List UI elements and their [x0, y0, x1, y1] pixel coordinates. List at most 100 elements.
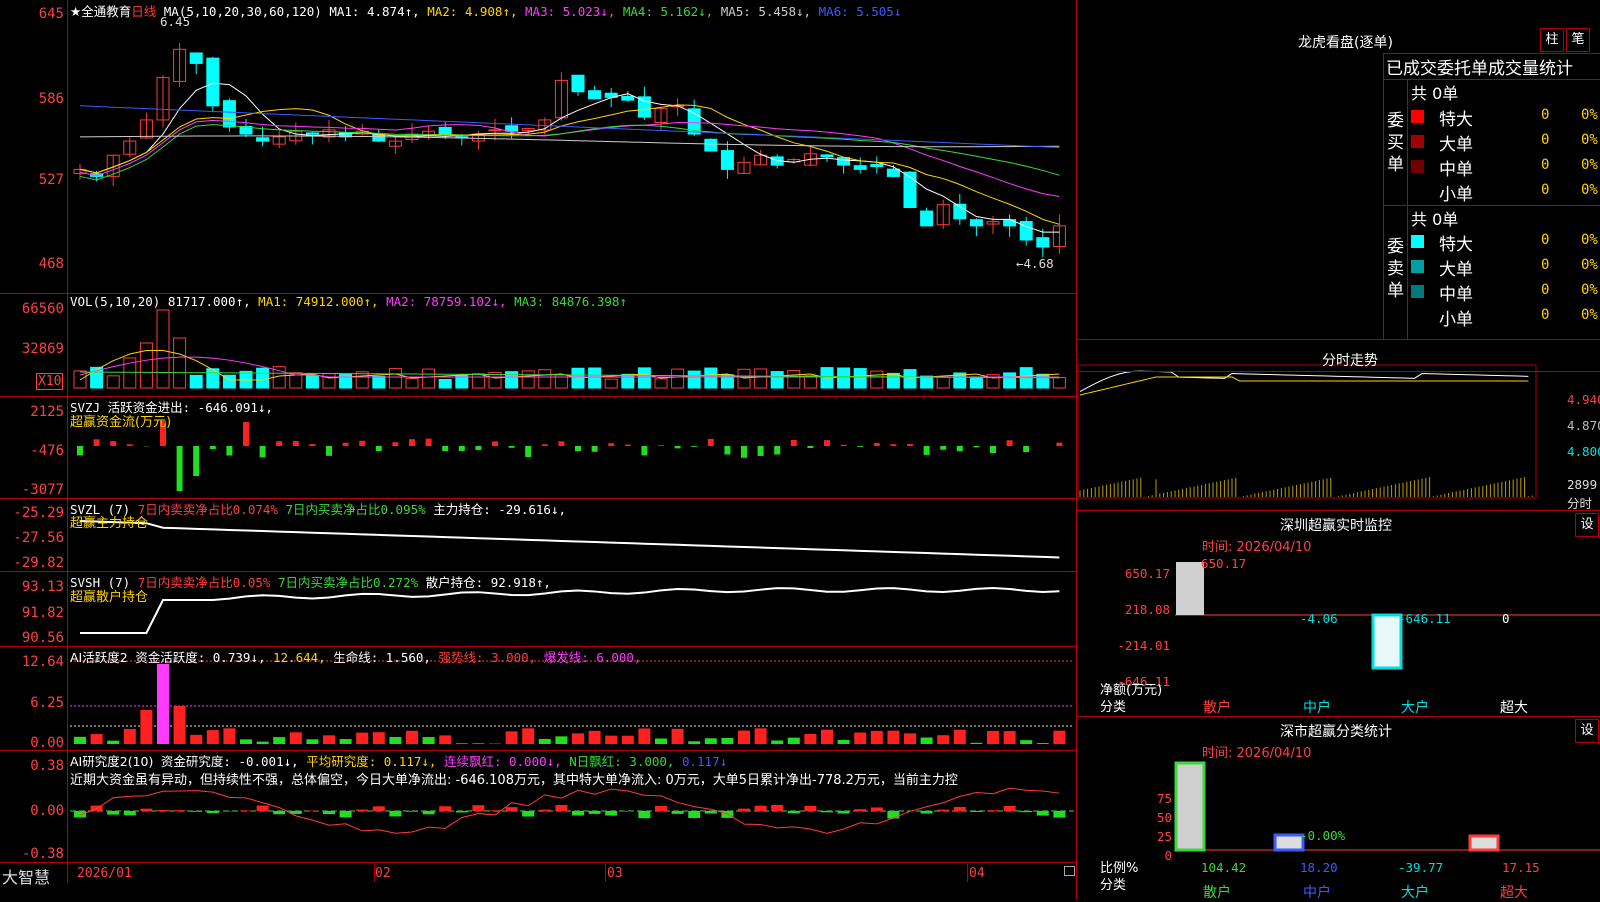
stats-bar-super: [1470, 836, 1498, 850]
lock-icon[interactable]: [1064, 866, 1075, 876]
ai-research-bar: [107, 811, 119, 815]
volume-bar: [921, 376, 933, 388]
ai-research-bar: [506, 807, 518, 811]
ai-active-bar: [605, 736, 617, 744]
ai-active-bar: [655, 738, 667, 744]
sz-stats-ylabel: 0: [1150, 848, 1172, 863]
divider: [1077, 716, 1600, 717]
fund-flow-bar: [957, 446, 963, 451]
ai-active-bar: [340, 739, 352, 744]
svsh-green-text: 7日内买卖净占比0.272%: [278, 575, 418, 590]
ai-research-bar: [140, 809, 152, 811]
fund-flow-bar: [741, 446, 747, 458]
candle-down: [1004, 220, 1016, 226]
ai-active-bar: [223, 728, 235, 744]
fund-flow-bar: [907, 444, 913, 446]
monitor-bar-retail: [1176, 562, 1204, 615]
buy-color-swatch: [1411, 135, 1424, 148]
ai-active-bar: [157, 664, 169, 744]
sz-monitor-cat: 大户: [1401, 697, 1429, 717]
candle-down: [207, 58, 219, 106]
ai-research-bar: [356, 810, 368, 811]
sz-stats-cat: 散户: [1203, 882, 1231, 902]
ai-research-bar: [788, 811, 800, 813]
sz-stats-cat: 中户: [1303, 882, 1331, 902]
ai-research-bar: [970, 811, 982, 812]
ai-research-bar: [389, 811, 401, 816]
xaxis-tick: [374, 864, 375, 882]
fund-flow-bar: [973, 446, 979, 447]
ai-active-bar: [423, 737, 435, 744]
ma6-value: MA6: 5.505↓: [819, 4, 902, 19]
fund-flow-bar: [94, 439, 100, 446]
candle-down: [572, 75, 584, 91]
sz-stats-ylabel: 25: [1150, 829, 1172, 844]
volume-bar: [1037, 374, 1049, 388]
period-label[interactable]: 日线: [131, 4, 156, 19]
ai-active-bar: [456, 743, 468, 744]
buy-name: 中单: [1439, 155, 1473, 180]
ai-research-bar: [838, 811, 850, 814]
sell-color-swatch: [1411, 285, 1424, 298]
stock-name[interactable]: ★全通教育: [70, 4, 131, 19]
fund-flow-bar: [276, 441, 282, 446]
fund-flow-bar: [940, 446, 946, 450]
sz-stats-cat: 大户: [1401, 882, 1429, 902]
candle-down: [506, 126, 518, 131]
volume-bar: [622, 374, 634, 388]
vol-ylabel: 32869: [0, 341, 64, 357]
fund-flow-bar: [260, 446, 266, 457]
vol-header: VOL(5,10,20) 81717.000↑, MA1: 74912.000↑…: [70, 294, 627, 309]
volume-bar: [638, 368, 650, 388]
ai-active-prefix: AI活跃度2: [70, 650, 128, 665]
ai-research-bar: [854, 809, 866, 811]
buy-color-swatch: [1411, 110, 1424, 123]
ai-research-ylabel: 0.38: [0, 758, 64, 774]
fund-flow-bar: [177, 446, 183, 491]
sz-monitor-settings-button[interactable]: 设: [1575, 513, 1599, 537]
ai-research-bar: [655, 806, 667, 811]
sell-name: 特大: [1439, 230, 1473, 255]
xaxis-tick: [605, 864, 606, 882]
volume-bar: [589, 368, 601, 388]
svsh-ylabel: 90.56: [0, 630, 64, 646]
ai-active-bar: [290, 732, 302, 744]
candle-down: [871, 165, 883, 167]
ai-research-item: N日飘红: 3.000,: [569, 754, 674, 769]
ai-active-bar: [771, 740, 783, 744]
ai-research-bar: [190, 811, 202, 812]
buy-percent: 0%: [1581, 182, 1598, 198]
intraday-ylabel: 4.800: [1567, 444, 1600, 459]
intraday-ylabel: 4.940: [1567, 392, 1600, 407]
volume-bar: [306, 376, 318, 388]
fund-flow-bar: [127, 444, 133, 446]
ai-active-bar: [107, 741, 119, 744]
bar-view-button[interactable]: 柱: [1540, 28, 1564, 52]
sz-stats-settings-button[interactable]: 设: [1575, 719, 1599, 743]
sell-orders-label: 委卖单: [1387, 236, 1405, 302]
fund-flow-bar: [924, 446, 930, 455]
svsh-ylabel: 91.82: [0, 605, 64, 621]
fund-flow-bar: [874, 443, 880, 446]
ai-research-header: AI研究度2(10) 资金研究度: -0.001↓, 平均研究度: 0.117↓…: [70, 751, 727, 770]
ai-active-bar: [439, 735, 451, 744]
volume-bar: [340, 374, 352, 388]
sz-monitor-cat-label: 分类: [1100, 696, 1126, 715]
volume-bar: [1004, 373, 1016, 388]
vol-ylabel: 66560: [0, 301, 64, 317]
ai-research-bar: [373, 806, 385, 811]
ai-active-bar: [140, 710, 152, 744]
ai-research-item: 资金研究度: -0.001↓,: [161, 754, 299, 769]
buy-percent: 0%: [1581, 107, 1598, 123]
stats-bar-mid: [1275, 835, 1303, 850]
candle-down: [821, 155, 833, 157]
ai-active-bar: [854, 733, 866, 744]
tick-view-button[interactable]: 笔: [1566, 28, 1590, 52]
fund-flow-bar: [592, 446, 598, 452]
ai-active-bar: [589, 731, 601, 744]
ai-active-item: 12.644,: [273, 650, 326, 665]
ai-active-bar: [871, 731, 883, 744]
volume-bar: [887, 373, 899, 388]
ai-research-item: 连续飘红: 0.000↓,: [444, 754, 562, 769]
ai-active-bar: [472, 743, 484, 744]
